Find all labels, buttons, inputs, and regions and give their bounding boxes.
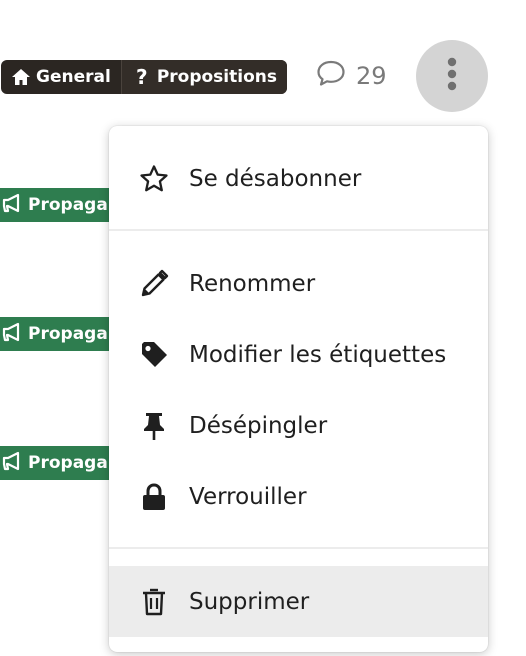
lock-icon (138, 481, 170, 513)
menu-item-unsubscribe[interactable]: Se désabonner (109, 143, 488, 214)
breadcrumb-label: General (36, 67, 111, 87)
star-outline-icon (138, 163, 170, 195)
topic-tag-label: Propagan (28, 453, 112, 473)
menu-item-label: Verrouiller (189, 483, 307, 510)
more-options-button[interactable] (416, 40, 488, 112)
menu-item-lock[interactable]: Verrouiller (109, 461, 488, 532)
menu-item-label: Désépingler (189, 412, 328, 439)
menu-item-rename[interactable]: Renommer (109, 248, 488, 319)
menu-divider (109, 229, 488, 231)
comment-icon (316, 59, 346, 93)
pin-icon (138, 410, 170, 442)
breadcrumb-general[interactable]: General (1, 60, 121, 94)
topic-actions-menu: Se désabonner Renommer Modifier les étiq… (109, 126, 488, 652)
topic-tag-label: Propagan (28, 324, 112, 344)
question-icon: ? (136, 65, 148, 89)
tag-icon (138, 339, 170, 371)
topic-tag[interactable]: Propagan (0, 317, 112, 351)
comments-count[interactable]: 29 (316, 60, 387, 92)
megaphone-icon (2, 193, 24, 218)
home-icon (11, 67, 31, 87)
menu-divider (109, 547, 488, 549)
menu-item-delete[interactable]: Supprimer (109, 566, 488, 637)
trash-icon (138, 586, 170, 618)
megaphone-icon (2, 322, 24, 347)
menu-item-label: Se désabonner (189, 165, 362, 192)
breadcrumb-label: Propositions (156, 67, 277, 87)
breadcrumb-propositions[interactable]: ? Propositions (120, 60, 287, 94)
pencil-icon (138, 268, 170, 300)
menu-item-label: Modifier les étiquettes (189, 341, 447, 368)
breadcrumb: General ? Propositions (1, 60, 287, 94)
topic-tag[interactable]: Propagan (0, 188, 112, 222)
topic-tag[interactable]: Propagan (0, 446, 112, 480)
menu-item-label: Supprimer (189, 588, 310, 615)
comments-count-value: 29 (356, 62, 387, 90)
menu-item-label: Renommer (189, 270, 316, 297)
ellipsis-vertical-icon (446, 57, 458, 95)
topic-tag-label: Propagan (28, 195, 112, 215)
menu-item-edit-tags[interactable]: Modifier les étiquettes (109, 319, 488, 390)
menu-item-unpin[interactable]: Désépingler (109, 390, 488, 461)
megaphone-icon (2, 451, 24, 476)
